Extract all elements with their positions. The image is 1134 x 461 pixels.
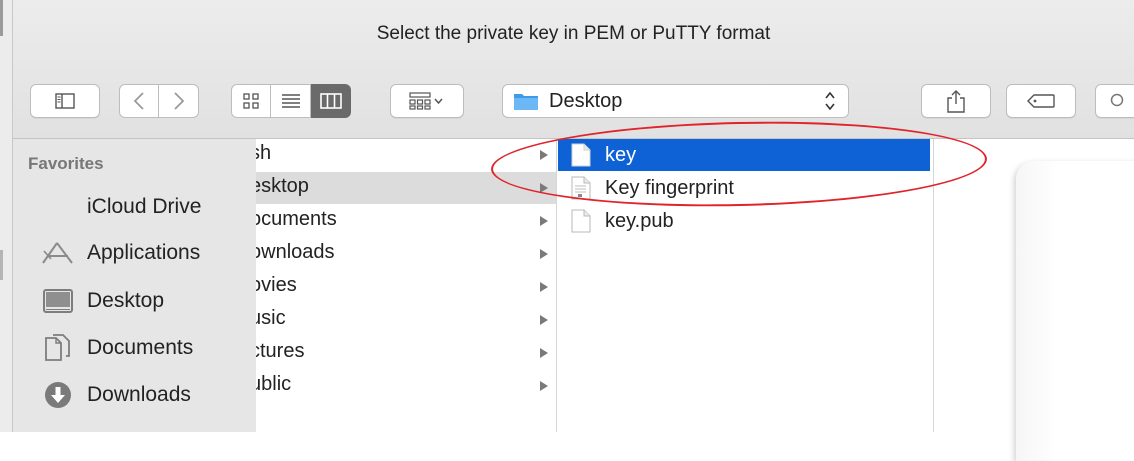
disclosure-arrow-icon [540, 249, 548, 259]
file-row-key[interactable]: key [558, 139, 930, 171]
share-icon [947, 90, 965, 113]
list-item[interactable]: ownloads [256, 238, 556, 270]
list-item[interactable]: esktop [256, 172, 556, 204]
folder-icon [514, 94, 538, 110]
list-item-label: ovies [256, 274, 297, 296]
list-item-label: usic [256, 307, 286, 329]
view-mode-control [231, 84, 351, 118]
group-by-icon [409, 92, 443, 110]
sidebar-toggle-icon [55, 93, 75, 109]
disclosure-arrow-icon [540, 183, 548, 193]
search-icon [1110, 93, 1124, 107]
sidebar-item-documents[interactable]: Documents [13, 328, 256, 368]
downloads-icon [45, 382, 71, 408]
applications-icon [42, 242, 73, 264]
sidebar-heading: Favorites [28, 154, 104, 173]
dialog-toolbar: Select the private key in PEM or PuTTY f… [13, 0, 1134, 139]
search-field[interactable] [1095, 84, 1134, 118]
forward-button[interactable] [159, 84, 199, 118]
sidebar: Favorites iCloud Drive Applications Desk… [13, 139, 257, 432]
sidebar-item-label: iCloud Drive [87, 195, 202, 218]
sidebar-item-label: Desktop [87, 289, 165, 312]
disclosure-arrow-icon [540, 282, 548, 292]
column-view-icon [319, 93, 342, 109]
list-item[interactable]: sh [256, 139, 556, 171]
list-item-label: ublic [256, 373, 292, 395]
group-by-button[interactable] [390, 84, 464, 118]
list-item-label: ownloads [256, 241, 335, 263]
share-button[interactable] [921, 84, 991, 118]
list-view-button[interactable] [271, 84, 311, 118]
column-view-button[interactable] [311, 84, 351, 118]
disclosure-arrow-icon [540, 216, 548, 226]
list-item-label: esktop [256, 175, 309, 197]
sidebar-item-label: Applications [87, 241, 201, 264]
list-item[interactable]: ctures [256, 337, 556, 369]
desktop-icon [43, 289, 73, 313]
forward-icon [173, 92, 184, 110]
sidebar-item-applications[interactable]: Applications [13, 233, 256, 273]
tag-icon [1027, 94, 1055, 108]
icon-view-icon [243, 93, 259, 109]
list-item-label: ocuments [256, 208, 337, 230]
window-edge [0, 0, 13, 432]
file-row-key-fingerprint[interactable]: Key fingerprint [558, 172, 930, 204]
tag-button[interactable] [1006, 84, 1076, 118]
list-item[interactable]: ublic [256, 370, 556, 402]
updown-chevron-icon [825, 91, 835, 111]
list-item-label: ctures [256, 340, 305, 362]
documents-icon [45, 334, 70, 361]
edge-notch [0, 0, 3, 36]
location-label: Desktop [549, 89, 623, 112]
sidebar-item-icloud-drive[interactable]: iCloud Drive [13, 187, 256, 227]
file-name: key.pub [605, 209, 674, 232]
parent-folder-column: sh esktop ocuments ownloads ovies usic c… [256, 139, 557, 432]
icon-view-button[interactable] [231, 84, 271, 118]
back-forward-control [119, 84, 199, 118]
text-file-icon [571, 176, 591, 200]
desktop-folder-column: key Key fingerprint key.pub [557, 139, 934, 432]
disclosure-arrow-icon [540, 315, 548, 325]
list-item[interactable]: ovies [256, 271, 556, 303]
disclosure-arrow-icon [540, 150, 548, 160]
disclosure-arrow-icon [540, 381, 548, 391]
sidebar-item-label: Downloads [87, 383, 191, 406]
file-preview-thumbnail [1016, 161, 1134, 461]
list-item-label: sh [256, 142, 272, 164]
file-icon [571, 209, 591, 233]
sidebar-item-downloads[interactable]: Downloads [13, 375, 256, 415]
file-name: key [605, 143, 637, 166]
file-name: Key fingerprint [605, 176, 734, 199]
dialog-title: Select the private key in PEM or PuTTY f… [376, 23, 771, 44]
sidebar-toggle-button[interactable] [30, 84, 100, 118]
file-row-key-pub[interactable]: key.pub [558, 205, 930, 237]
back-button[interactable] [119, 84, 159, 118]
disclosure-arrow-icon [540, 348, 548, 358]
edge-notch [0, 250, 3, 280]
list-item[interactable]: ocuments [256, 205, 556, 237]
preview-pane [934, 139, 1134, 461]
list-view-icon [281, 94, 300, 108]
file-icon [571, 143, 591, 167]
list-item[interactable]: usic [256, 304, 556, 336]
location-popup[interactable]: Desktop [502, 84, 849, 118]
sidebar-item-desktop[interactable]: Desktop [13, 281, 256, 321]
back-icon [133, 92, 144, 110]
sidebar-item-label: Documents [87, 336, 194, 359]
